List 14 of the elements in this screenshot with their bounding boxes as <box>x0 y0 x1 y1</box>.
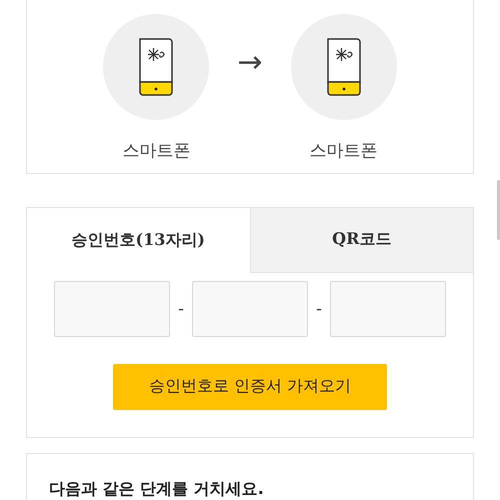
separator: - <box>178 299 184 318</box>
code-field[interactable] <box>330 280 446 337</box>
tab[interactable]: QR코드 <box>250 208 473 273</box>
phone-certificate-icon <box>139 38 174 96</box>
import-button[interactable]: 승인번호로 인증서 가져오기 <box>113 364 387 410</box>
device-label: 스마트폰 <box>310 140 378 162</box>
scrollbar <box>497 180 500 240</box>
code-field[interactable] <box>192 280 308 337</box>
device-label: 스마트폰 <box>122 140 190 162</box>
phone-certificate-icon <box>326 38 361 96</box>
separator: - <box>316 299 322 318</box>
arrow-icon: → <box>237 48 263 78</box>
steps-title: 다음과 같은 단계를 거치세요. <box>49 479 264 498</box>
code-field[interactable] <box>54 280 170 337</box>
